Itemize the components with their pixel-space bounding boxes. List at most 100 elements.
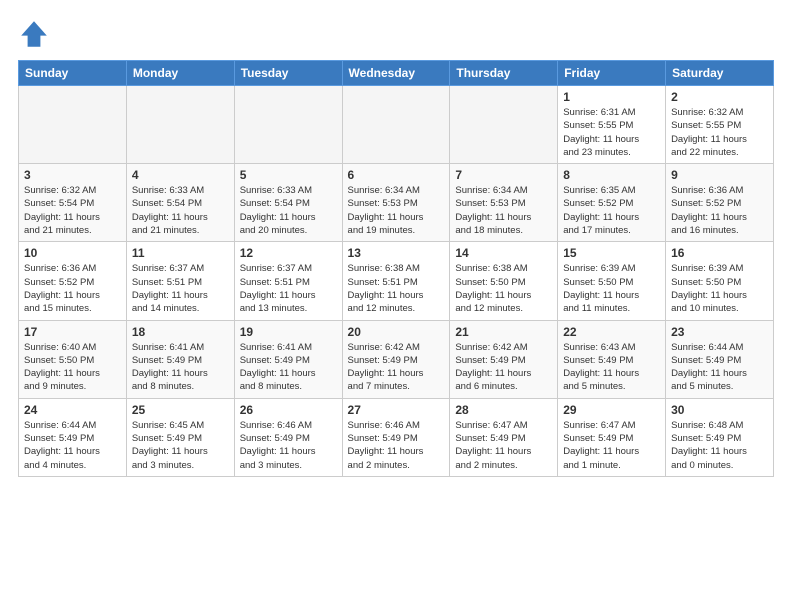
day-info: Sunrise: 6:43 AM Sunset: 5:49 PM Dayligh… <box>563 341 660 394</box>
week-row-1: 3Sunrise: 6:32 AM Sunset: 5:54 PM Daylig… <box>19 164 774 242</box>
logo-icon <box>18 18 50 50</box>
calendar-cell <box>234 86 342 164</box>
calendar-cell: 9 Sunrise: 6:36 AM Sunset: 5:52 PM Daylig… <box>666 164 774 242</box>
day-number: 7 <box>455 168 552 182</box>
calendar-cell: 19Sunrise: 6:41 AM Sunset: 5:49 PM Dayli… <box>234 320 342 398</box>
calendar-cell: 26 Sunrise: 6:46 AM Sunset: 5:49 PM Dayli… <box>234 398 342 476</box>
calendar-cell: 12Sunrise: 6:37 AM Sunset: 5:51 PM Dayli… <box>234 242 342 320</box>
day-number: 30 <box>671 403 768 417</box>
calendar-cell: 11Sunrise: 6:37 AM Sunset: 5:51 PM Dayli… <box>126 242 234 320</box>
day-number: 19 <box>240 325 337 339</box>
calendar-cell: 14 Sunrise: 6:38 AM Sunset: 5:50 PM Dayli… <box>450 242 558 320</box>
day-number: 9 <box>671 168 768 182</box>
day-info: Sunrise: 6:42 AM Sunset: 5:49 PM Dayligh… <box>348 341 445 394</box>
day-info: Sunrise: 6:44 AM Sunset: 5:49 PM Dayligh… <box>24 419 121 472</box>
calendar-cell: 23 Sunrise: 6:44 AM Sunset: 5:49 PM Dayli… <box>666 320 774 398</box>
calendar-cell: 16 Sunrise: 6:39 AM Sunset: 5:50 PM Dayli… <box>666 242 774 320</box>
day-number: 20 <box>348 325 445 339</box>
day-info: Sunrise: 6:35 AM Sunset: 5:52 PM Dayligh… <box>563 184 660 237</box>
day-info: Sunrise: 6:31 AM Sunset: 5:55 PM Dayligh… <box>563 106 660 159</box>
day-header-wednesday: Wednesday <box>342 61 450 86</box>
day-number: 8 <box>563 168 660 182</box>
day-info: Sunrise: 6:44 AM Sunset: 5:49 PM Dayligh… <box>671 341 768 394</box>
day-info: Sunrise: 6:34 AM Sunset: 5:53 PM Dayligh… <box>348 184 445 237</box>
day-info: Sunrise: 6:33 AM Sunset: 5:54 PM Dayligh… <box>240 184 337 237</box>
calendar-cell: 3Sunrise: 6:32 AM Sunset: 5:54 PM Daylig… <box>19 164 127 242</box>
day-number: 5 <box>240 168 337 182</box>
day-info: Sunrise: 6:34 AM Sunset: 5:53 PM Dayligh… <box>455 184 552 237</box>
day-number: 15 <box>563 246 660 260</box>
calendar-cell <box>342 86 450 164</box>
day-number: 18 <box>132 325 229 339</box>
day-header-monday: Monday <box>126 61 234 86</box>
calendar-cell: 17 Sunrise: 6:40 AM Sunset: 5:50 PM Dayli… <box>19 320 127 398</box>
day-number: 23 <box>671 325 768 339</box>
day-number: 17 <box>24 325 121 339</box>
day-number: 21 <box>455 325 552 339</box>
week-row-0: 1 Sunrise: 6:31 AM Sunset: 5:55 PM Daylig… <box>19 86 774 164</box>
day-info: Sunrise: 6:36 AM Sunset: 5:52 PM Dayligh… <box>24 262 121 315</box>
calendar-cell: 8 Sunrise: 6:35 AM Sunset: 5:52 PM Daylig… <box>558 164 666 242</box>
calendar-cell: 4 Sunrise: 6:33 AM Sunset: 5:54 PM Daylig… <box>126 164 234 242</box>
day-header-sunday: Sunday <box>19 61 127 86</box>
day-header-friday: Friday <box>558 61 666 86</box>
week-row-2: 10 Sunrise: 6:36 AM Sunset: 5:52 PM Dayli… <box>19 242 774 320</box>
calendar-cell: 13 Sunrise: 6:38 AM Sunset: 5:51 PM Dayli… <box>342 242 450 320</box>
calendar-cell <box>126 86 234 164</box>
day-info: Sunrise: 6:46 AM Sunset: 5:49 PM Dayligh… <box>240 419 337 472</box>
day-number: 26 <box>240 403 337 417</box>
day-number: 16 <box>671 246 768 260</box>
calendar-cell: 20 Sunrise: 6:42 AM Sunset: 5:49 PM Dayli… <box>342 320 450 398</box>
day-number: 13 <box>348 246 445 260</box>
day-number: 10 <box>24 246 121 260</box>
calendar-cell: 5 Sunrise: 6:33 AM Sunset: 5:54 PM Daylig… <box>234 164 342 242</box>
day-info: Sunrise: 6:45 AM Sunset: 5:49 PM Dayligh… <box>132 419 229 472</box>
calendar-cell: 29 Sunrise: 6:47 AM Sunset: 5:49 PM Dayli… <box>558 398 666 476</box>
day-info: Sunrise: 6:39 AM Sunset: 5:50 PM Dayligh… <box>563 262 660 315</box>
week-row-4: 24Sunrise: 6:44 AM Sunset: 5:49 PM Dayli… <box>19 398 774 476</box>
day-number: 2 <box>671 90 768 104</box>
calendar-cell: 28Sunrise: 6:47 AM Sunset: 5:49 PM Dayli… <box>450 398 558 476</box>
week-row-3: 17 Sunrise: 6:40 AM Sunset: 5:50 PM Dayli… <box>19 320 774 398</box>
day-info: Sunrise: 6:46 AM Sunset: 5:49 PM Dayligh… <box>348 419 445 472</box>
day-number: 1 <box>563 90 660 104</box>
day-header-thursday: Thursday <box>450 61 558 86</box>
day-number: 3 <box>24 168 121 182</box>
day-info: Sunrise: 6:47 AM Sunset: 5:49 PM Dayligh… <box>563 419 660 472</box>
day-info: Sunrise: 6:38 AM Sunset: 5:50 PM Dayligh… <box>455 262 552 315</box>
header-row: SundayMondayTuesdayWednesdayThursdayFrid… <box>19 61 774 86</box>
calendar-cell: 10 Sunrise: 6:36 AM Sunset: 5:52 PM Dayli… <box>19 242 127 320</box>
day-number: 14 <box>455 246 552 260</box>
calendar-cell: 18 Sunrise: 6:41 AM Sunset: 5:49 PM Dayli… <box>126 320 234 398</box>
day-number: 11 <box>132 246 229 260</box>
calendar-header: SundayMondayTuesdayWednesdayThursdayFrid… <box>19 61 774 86</box>
day-info: Sunrise: 6:40 AM Sunset: 5:50 PM Dayligh… <box>24 341 121 394</box>
day-number: 4 <box>132 168 229 182</box>
day-number: 28 <box>455 403 552 417</box>
calendar-cell <box>19 86 127 164</box>
calendar-cell: 30Sunrise: 6:48 AM Sunset: 5:49 PM Dayli… <box>666 398 774 476</box>
calendar: SundayMondayTuesdayWednesdayThursdayFrid… <box>18 60 774 477</box>
calendar-cell: 2Sunrise: 6:32 AM Sunset: 5:55 PM Daylig… <box>666 86 774 164</box>
day-header-tuesday: Tuesday <box>234 61 342 86</box>
logo <box>18 18 54 50</box>
calendar-cell: 27 Sunrise: 6:46 AM Sunset: 5:49 PM Dayli… <box>342 398 450 476</box>
calendar-cell: 22 Sunrise: 6:43 AM Sunset: 5:49 PM Dayli… <box>558 320 666 398</box>
calendar-cell: 24Sunrise: 6:44 AM Sunset: 5:49 PM Dayli… <box>19 398 127 476</box>
day-number: 12 <box>240 246 337 260</box>
day-info: Sunrise: 6:36 AM Sunset: 5:52 PM Dayligh… <box>671 184 768 237</box>
day-number: 29 <box>563 403 660 417</box>
calendar-body: 1 Sunrise: 6:31 AM Sunset: 5:55 PM Daylig… <box>19 86 774 477</box>
header <box>18 18 774 50</box>
day-number: 27 <box>348 403 445 417</box>
day-info: Sunrise: 6:38 AM Sunset: 5:51 PM Dayligh… <box>348 262 445 315</box>
day-info: Sunrise: 6:39 AM Sunset: 5:50 PM Dayligh… <box>671 262 768 315</box>
day-info: Sunrise: 6:42 AM Sunset: 5:49 PM Dayligh… <box>455 341 552 394</box>
calendar-cell: 25 Sunrise: 6:45 AM Sunset: 5:49 PM Dayli… <box>126 398 234 476</box>
day-info: Sunrise: 6:33 AM Sunset: 5:54 PM Dayligh… <box>132 184 229 237</box>
calendar-cell: 7 Sunrise: 6:34 AM Sunset: 5:53 PM Daylig… <box>450 164 558 242</box>
day-number: 6 <box>348 168 445 182</box>
day-number: 25 <box>132 403 229 417</box>
day-number: 22 <box>563 325 660 339</box>
day-info: Sunrise: 6:41 AM Sunset: 5:49 PM Dayligh… <box>132 341 229 394</box>
